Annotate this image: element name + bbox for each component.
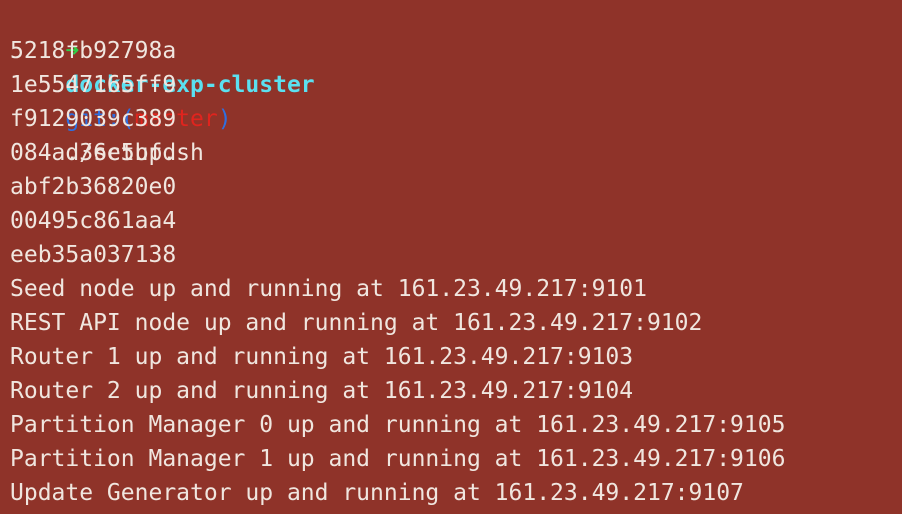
output-line: Seed node up and running at 161.23.49.21… xyxy=(10,276,647,302)
prompt-line: ➜ docker-exp-cluster git:(master) ./setu… xyxy=(10,0,902,166)
terminal-window[interactable]: ➜ docker-exp-cluster git:(master) ./setu… xyxy=(0,0,902,514)
output-line: 084ad36c5bfd xyxy=(10,140,177,166)
output-line: f9129039c389 xyxy=(10,106,177,132)
output-line: REST API node up and running at 161.23.4… xyxy=(10,310,703,336)
git-suffix: ) xyxy=(217,106,232,132)
output-line: 1e5547165ff9 xyxy=(10,72,177,98)
output-line: Partition Manager 0 up and running at 16… xyxy=(10,412,786,438)
output-line: abf2b36820e0 xyxy=(10,174,177,200)
output-line: eeb35a037138 xyxy=(10,242,177,268)
output-line: Update Generator up and running at 161.2… xyxy=(10,480,744,506)
output-line: 00495c861aa4 xyxy=(10,208,177,234)
output-line: Partition Manager 1 up and running at 16… xyxy=(10,446,786,472)
output-line: Router 1 up and running at 161.23.49.217… xyxy=(10,344,634,370)
output-line: Router 2 up and running at 161.23.49.217… xyxy=(10,378,634,404)
output-line: 5218fb92798a xyxy=(10,38,177,64)
